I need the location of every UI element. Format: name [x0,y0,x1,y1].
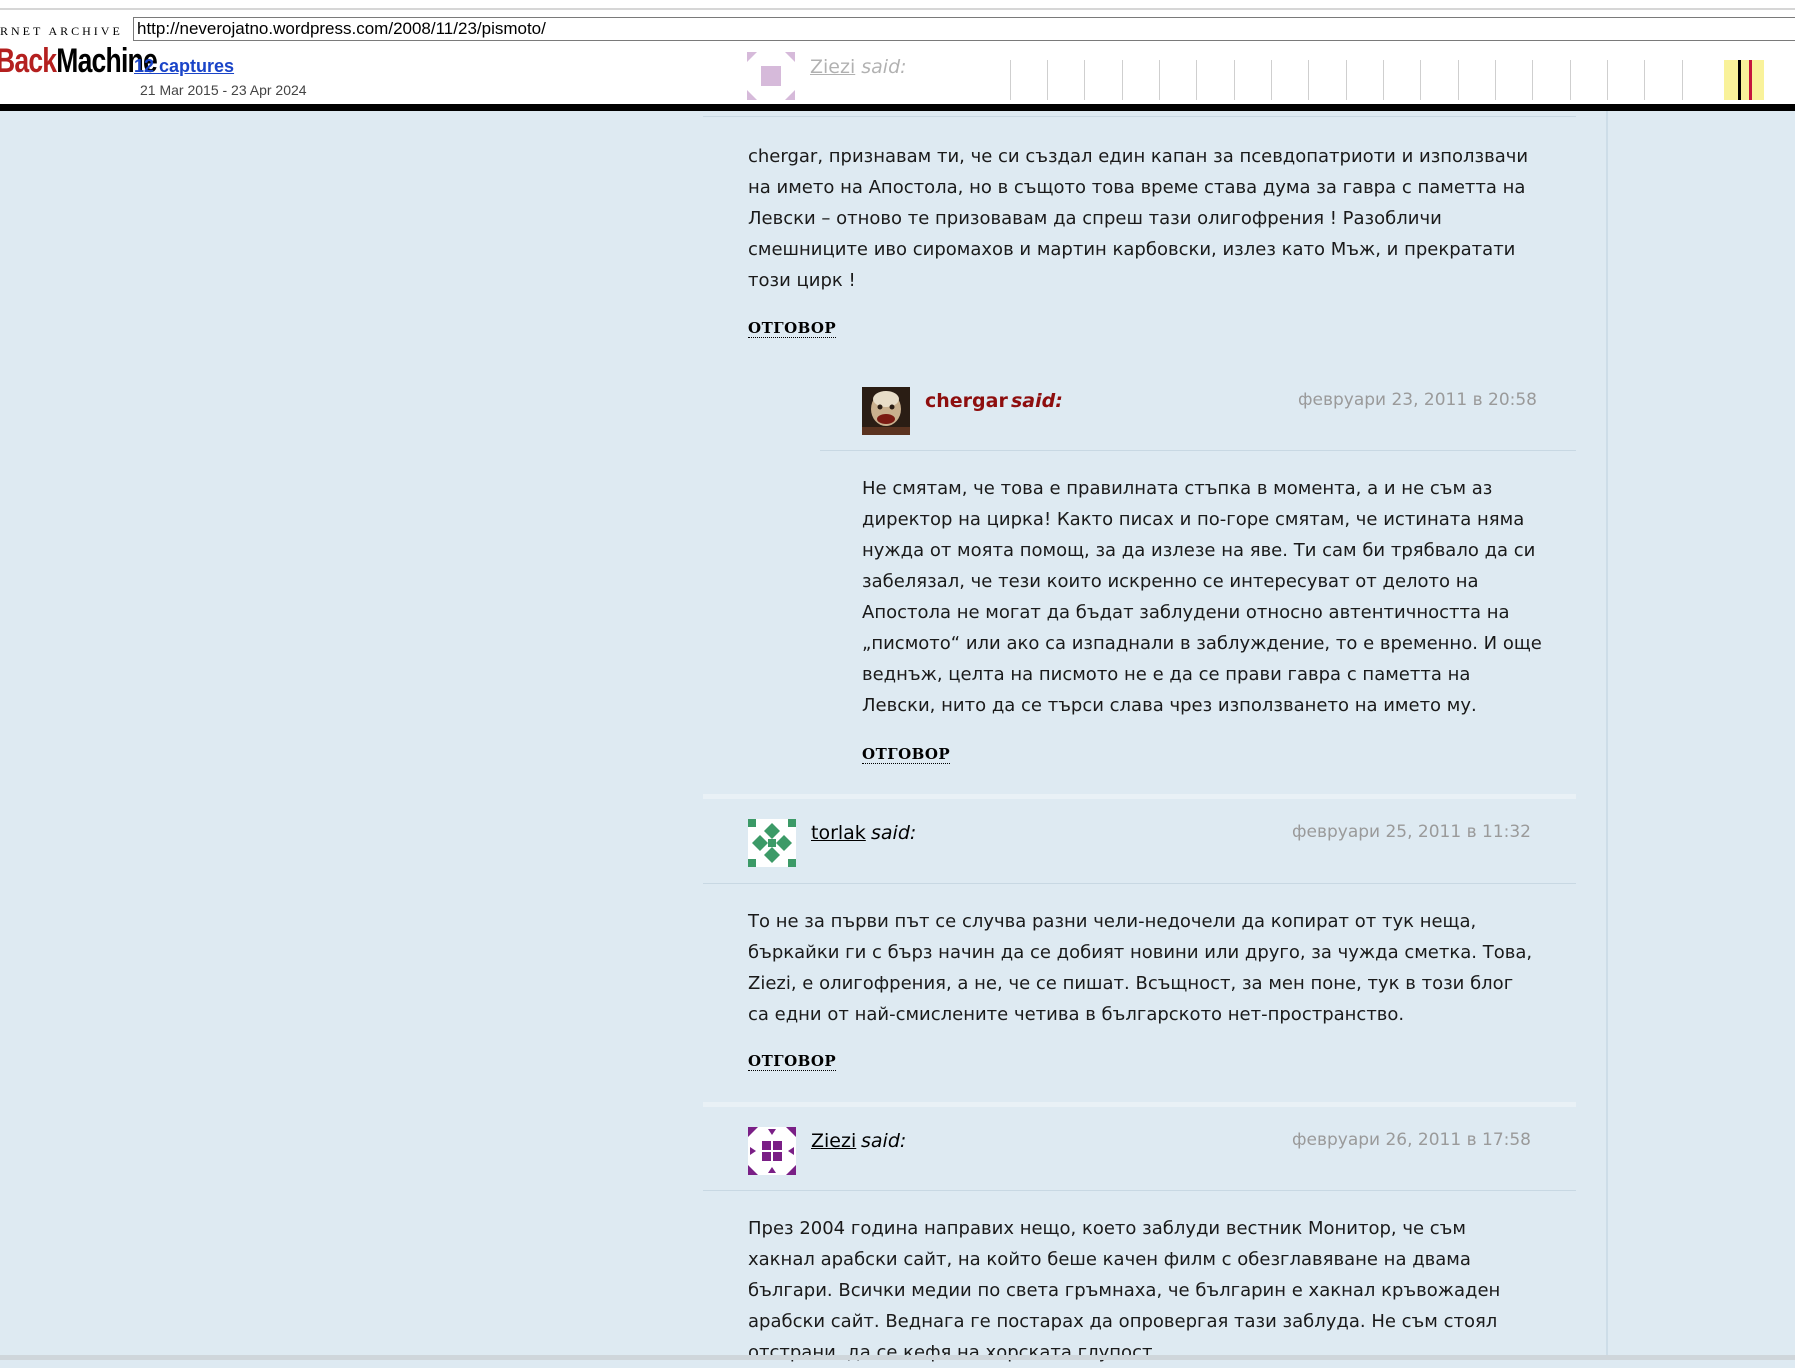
comment-separator [703,794,1576,799]
timeline-tick [1532,60,1533,100]
timeline-tick [1159,60,1160,100]
timeline-tick [1570,60,1571,100]
chergar-avatar-icon [862,387,910,435]
timeline-tick [1682,60,1683,100]
avatar[interactable] [748,819,796,867]
reply-link[interactable]: ОТГОВОР [748,319,837,338]
capture-timeline[interactable] [1010,60,1795,102]
ziezi-avatar-icon [747,52,795,100]
timeline-tick [1346,60,1347,100]
comment-date[interactable]: февруари 26, 2011 в 17:58 [1292,1130,1531,1150]
timeline-tick [1271,60,1272,100]
comment-divider [820,450,1576,451]
comment-author[interactable]: torlak [811,822,866,844]
comment-text: chergar, признавам ти, че си създал един… [748,146,1529,291]
column-divider [1606,104,1608,1360]
comment-text: То не за първи път се случва разни чели-… [748,911,1533,1025]
captures-link[interactable]: 12 captures [134,56,234,77]
comment-header: torlak said: февруари 25, 2011 в 11:32 [811,822,1531,872]
timeline-tick [1495,60,1496,100]
ziezi-avatar-icon [748,1127,796,1175]
wayback-url-input[interactable] [133,17,1795,41]
timeline-tick [1607,60,1608,100]
timeline-tick [1383,60,1384,100]
timeline-tick [1196,60,1197,100]
current-capture-marker[interactable] [1724,60,1764,100]
viewport-bottom-edge [0,1355,1795,1360]
comment-header: chergar said: февруари 23, 2011 в 20:58 [925,390,1537,440]
comment-divider [703,116,1576,117]
capture-bar [1738,60,1741,100]
captures-date-range: 21 Mar 2015 - 23 Apr 2024 [140,82,307,98]
torlak-avatar-icon [748,819,796,867]
comment-author[interactable]: chergar [925,390,1008,412]
wayback-logo-caption: RNET ARCHIVE [0,24,123,38]
timeline-tick [1420,60,1421,100]
timeline-tick [1010,60,1011,100]
comment-author[interactable]: Ziezi [810,56,855,78]
timeline-tick [1644,60,1645,100]
comment-header: Ziezi said: февруари 26, 2011 в 17:58 [811,1130,1531,1180]
toolbar-top-line [0,8,1795,10]
comment-text: През 2004 година направих нещо, което за… [748,1218,1501,1363]
timeline-tick [1122,60,1123,100]
comment-author[interactable]: Ziezi [811,1130,856,1152]
timeline-tick [1234,60,1235,100]
avatar[interactable] [748,1127,796,1175]
reply-link[interactable]: ОТГОВОР [862,745,951,764]
comment-divider [703,883,1576,884]
said-label: said: [871,822,917,844]
said-label: said: [861,56,907,78]
page-content: chergar, признавам ти, че си създал един… [0,0,1795,1363]
comment-date[interactable]: февруари 23, 2011 в 20:58 [1298,390,1537,410]
said-label: said: [861,1130,907,1152]
comment-divider [703,1190,1576,1191]
timeline-tick [1047,60,1048,100]
avatar[interactable] [862,387,910,435]
comment-separator [703,1102,1576,1107]
timeline-tick [1084,60,1085,100]
timeline-tick [1458,60,1459,100]
reply-link[interactable]: ОТГОВОР [748,1052,837,1071]
comment-text: Не смятам, че това е правилната стъпка в… [862,478,1542,716]
said-label: said: [1011,390,1063,412]
capture-bar-current [1749,60,1752,100]
timeline-tick [1308,60,1309,100]
comment-date[interactable]: февруари 25, 2011 в 11:32 [1292,822,1531,842]
wayback-logo-back: Back [0,42,57,80]
